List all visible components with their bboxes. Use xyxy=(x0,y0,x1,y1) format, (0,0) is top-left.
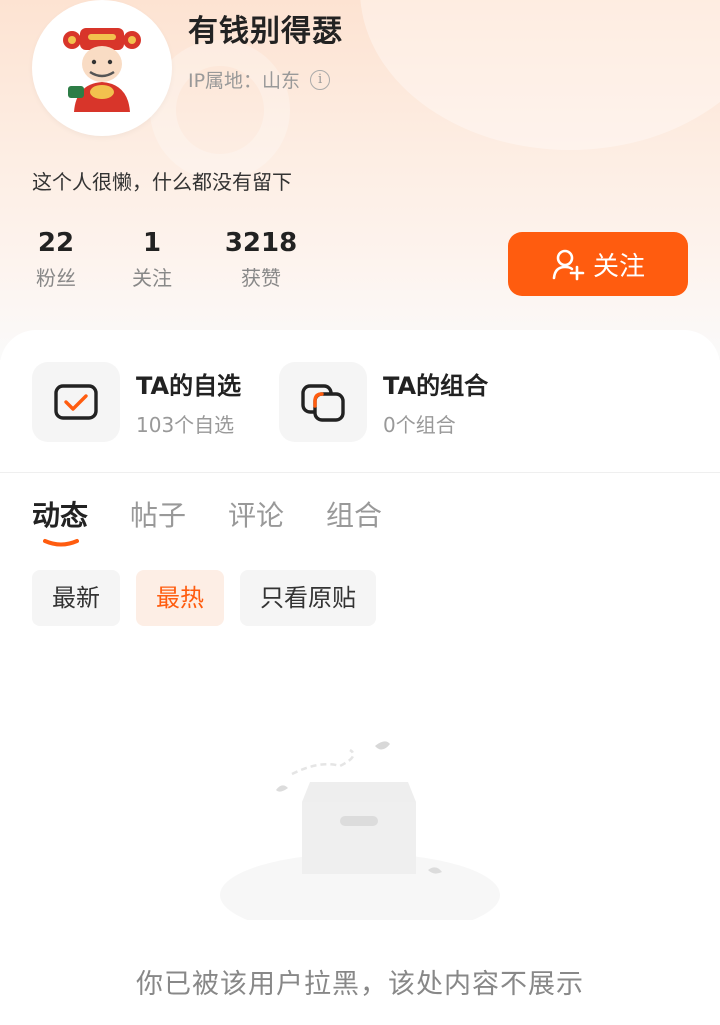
empty-state-message: 你已被该用户拉黑，该处内容不展示 xyxy=(136,969,584,1000)
username: 有钱别得瑟 xyxy=(188,14,343,49)
section-divider xyxy=(0,472,720,473)
follow-button[interactable]: 关注 xyxy=(508,232,688,296)
stat-label: 关注 xyxy=(132,266,172,290)
stat-value: 3218 xyxy=(224,228,298,258)
stat-following[interactable]: 1 关注 xyxy=(128,228,176,291)
ip-location-text: IP属地：山东 xyxy=(188,70,301,92)
empty-box-icon xyxy=(220,741,500,920)
favorites-subtitle: 0个组合 xyxy=(383,413,456,437)
profile-bio: 这个人很懒，什么都没有留下 xyxy=(32,170,292,194)
stat-fans[interactable]: 22 粉丝 xyxy=(32,228,80,291)
favorites-icon-box xyxy=(279,362,367,442)
follow-button-label: 关注 xyxy=(592,251,645,282)
info-icon[interactable]: i xyxy=(310,69,331,90)
filter-original-only[interactable]: 只看原贴 xyxy=(240,570,376,626)
stat-likes[interactable]: 3218 获赞 xyxy=(222,228,300,291)
stat-label: 获赞 xyxy=(241,266,281,290)
tab-posts[interactable]: 帖子 xyxy=(130,494,186,534)
favorites-title: TA的组合 xyxy=(383,372,489,400)
tab-portfolios[interactable]: 组合 xyxy=(326,494,382,534)
avatar[interactable] xyxy=(32,0,172,136)
stacked-squares-icon xyxy=(301,384,345,422)
stat-value: 1 xyxy=(142,228,162,258)
favorites-portfolio[interactable]: TA的组合 0个组合 xyxy=(279,362,488,442)
filter-hottest[interactable]: 最热 xyxy=(136,570,224,626)
favorites-icon-box xyxy=(32,362,120,442)
checkbox-icon xyxy=(54,384,98,420)
stat-label: 粉丝 xyxy=(36,266,76,290)
tab-comments[interactable]: 评论 xyxy=(228,494,284,534)
decorative-swirl xyxy=(360,0,720,150)
add-user-icon xyxy=(552,249,585,281)
caishen-avatar-icon xyxy=(63,28,141,112)
tab-activity[interactable]: 动态 xyxy=(32,494,88,534)
favorites-watchlist[interactable]: TA的自选 103个自选 xyxy=(32,362,241,442)
filter-chips: 最新 最热 只看原贴 xyxy=(32,570,392,626)
tab-bar: 动态 帖子 评论 组合 xyxy=(32,494,424,534)
active-tab-indicator xyxy=(43,539,79,547)
favorites-subtitle: 103个自选 xyxy=(136,413,235,437)
favorites-title: TA的自选 xyxy=(136,372,242,400)
filter-latest[interactable]: 最新 xyxy=(32,570,120,626)
stat-value: 22 xyxy=(37,228,75,258)
ip-location-row: IP属地：山东 i xyxy=(188,66,331,93)
